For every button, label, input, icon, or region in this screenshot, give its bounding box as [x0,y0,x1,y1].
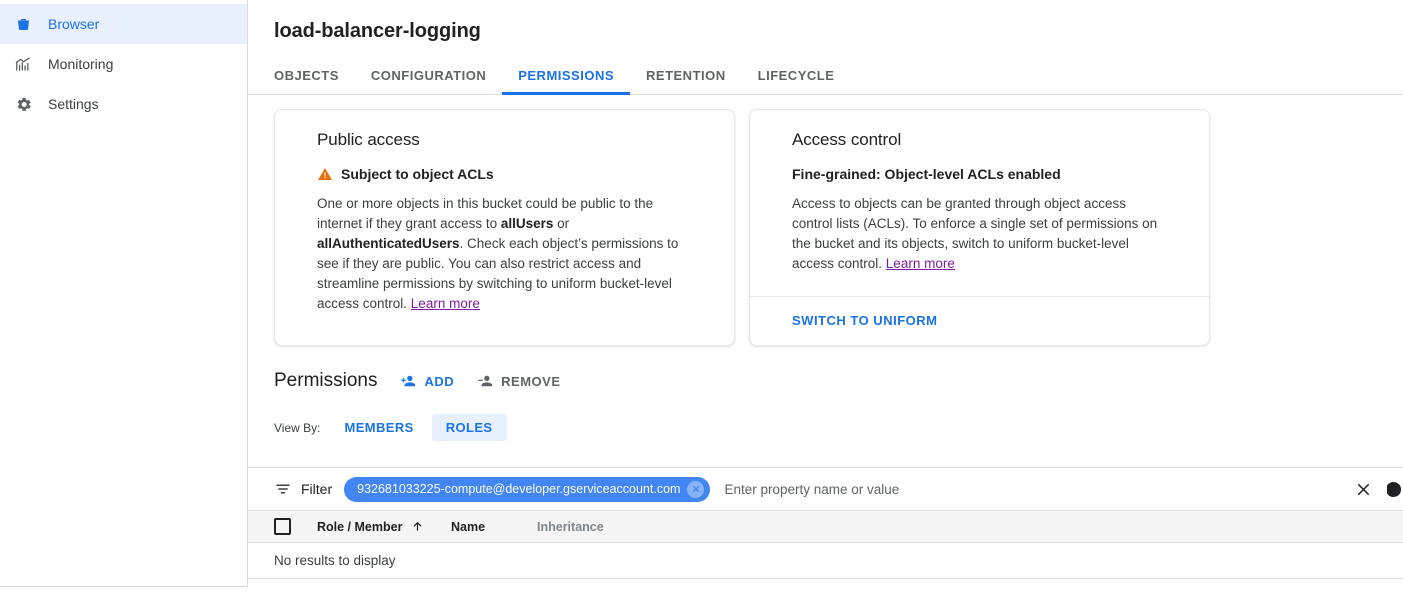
tab-bar: OBJECTS CONFIGURATION PERMISSIONS RETENT… [248,57,1403,95]
gear-icon [14,95,48,114]
select-all-checkbox[interactable] [274,518,291,535]
access-control-status: Fine-grained: Object-level ACLs enabled [792,166,1167,182]
switch-to-uniform-button[interactable]: SWITCH TO UNIFORM [792,313,937,328]
table-footer [248,579,1403,599]
tab-retention[interactable]: RETENTION [630,68,742,94]
filter-input[interactable] [724,481,1354,497]
table-empty-row: No results to display [248,543,1403,579]
public-access-description: One or more objects in this bucket could… [317,194,692,314]
pa-text-1: One or more objects in this bucket could… [317,196,654,231]
empty-state-message: No results to display [274,553,396,568]
column-header-role-member-label: Role / Member [317,519,403,534]
chip-close-icon[interactable] [687,480,705,498]
filter-actions [1354,480,1403,499]
permissions-header: Permissions ADD REMOVE [248,346,1403,392]
filter-chip[interactable]: 932681033225-compute@developer.gservicea… [344,476,711,502]
cards-container: Public access Subject to object ACLs One… [248,95,1403,346]
tab-lifecycle[interactable]: LIFECYCLE [742,68,851,94]
filter-bar: Filter 932681033225-compute@developer.gs… [248,467,1403,511]
page-title: load-balancer-logging [274,20,481,42]
help-icon[interactable] [1387,480,1403,499]
access-control-heading: Access control [792,130,902,149]
view-by-group: View By: MEMBERS ROLES [248,392,1403,441]
sidebar: Browser Monitoring Settings [0,0,248,587]
remove-member-button[interactable]: REMOVE [476,372,560,390]
column-header-role-member[interactable]: Role / Member [317,520,451,534]
filter-chip-label: 932681033225-compute@developer.gservicea… [357,482,681,496]
add-member-label: ADD [424,373,455,389]
tab-objects[interactable]: OBJECTS [274,68,355,94]
sidebar-item-label: Settings [48,96,99,112]
arrow-up-icon [411,520,424,533]
column-header-name[interactable]: Name [451,520,537,534]
add-member-button[interactable]: ADD [399,372,454,390]
permissions-title: Permissions [274,370,378,391]
view-by-members-button[interactable]: MEMBERS [330,414,427,441]
app-root: Browser Monitoring Settings load-balance… [0,0,1403,599]
sidebar-item-label: Monitoring [48,56,114,72]
ac-text: Access to objects can be granted through… [792,196,1158,271]
public-access-status-text: Subject to object ACLs [341,166,494,182]
filter-icon [274,480,292,498]
person-remove-icon [476,372,494,390]
bucket-icon [14,15,48,34]
filter-label: Filter [301,481,333,497]
sidebar-item-browser[interactable]: Browser [0,4,247,44]
pa-text-2: or [553,216,570,231]
close-icon[interactable] [1354,480,1373,499]
view-by-roles-button[interactable]: ROLES [431,414,507,441]
public-access-card: Public access Subject to object ACLs One… [274,109,735,346]
access-control-status-text: Fine-grained: Object-level ACLs enabled [792,166,1061,182]
access-control-description: Access to objects can be granted through… [792,194,1167,274]
tab-permissions[interactable]: PERMISSIONS [502,68,630,95]
table-header: Role / Member Name Inheritance [248,511,1403,543]
view-by-label: View By: [274,420,321,435]
sidebar-item-label: Browser [48,16,100,32]
access-control-card: Access control Fine-grained: Object-leve… [749,109,1210,346]
public-access-status: Subject to object ACLs [317,166,692,182]
main-content: load-balancer-logging OBJECTS CONFIGURAT… [248,0,1403,599]
public-access-learn-more-link[interactable]: Learn more [411,296,480,311]
warning-icon [317,166,333,182]
tab-configuration[interactable]: CONFIGURATION [355,68,502,94]
column-header-inheritance[interactable]: Inheritance [537,520,604,534]
sidebar-item-monitoring[interactable]: Monitoring [0,44,247,84]
access-control-footer: SWITCH TO UNIFORM [750,296,1209,345]
remove-member-label: REMOVE [501,373,561,389]
chart-icon [14,55,48,74]
access-control-learn-more-link[interactable]: Learn more [886,256,955,271]
person-add-icon [399,372,417,390]
pa-bold-allauth: allAuthenticatedUsers [317,236,460,251]
sidebar-item-settings[interactable]: Settings [0,84,247,124]
public-access-heading: Public access [317,130,420,149]
pa-bold-allusers: allUsers [500,216,554,231]
